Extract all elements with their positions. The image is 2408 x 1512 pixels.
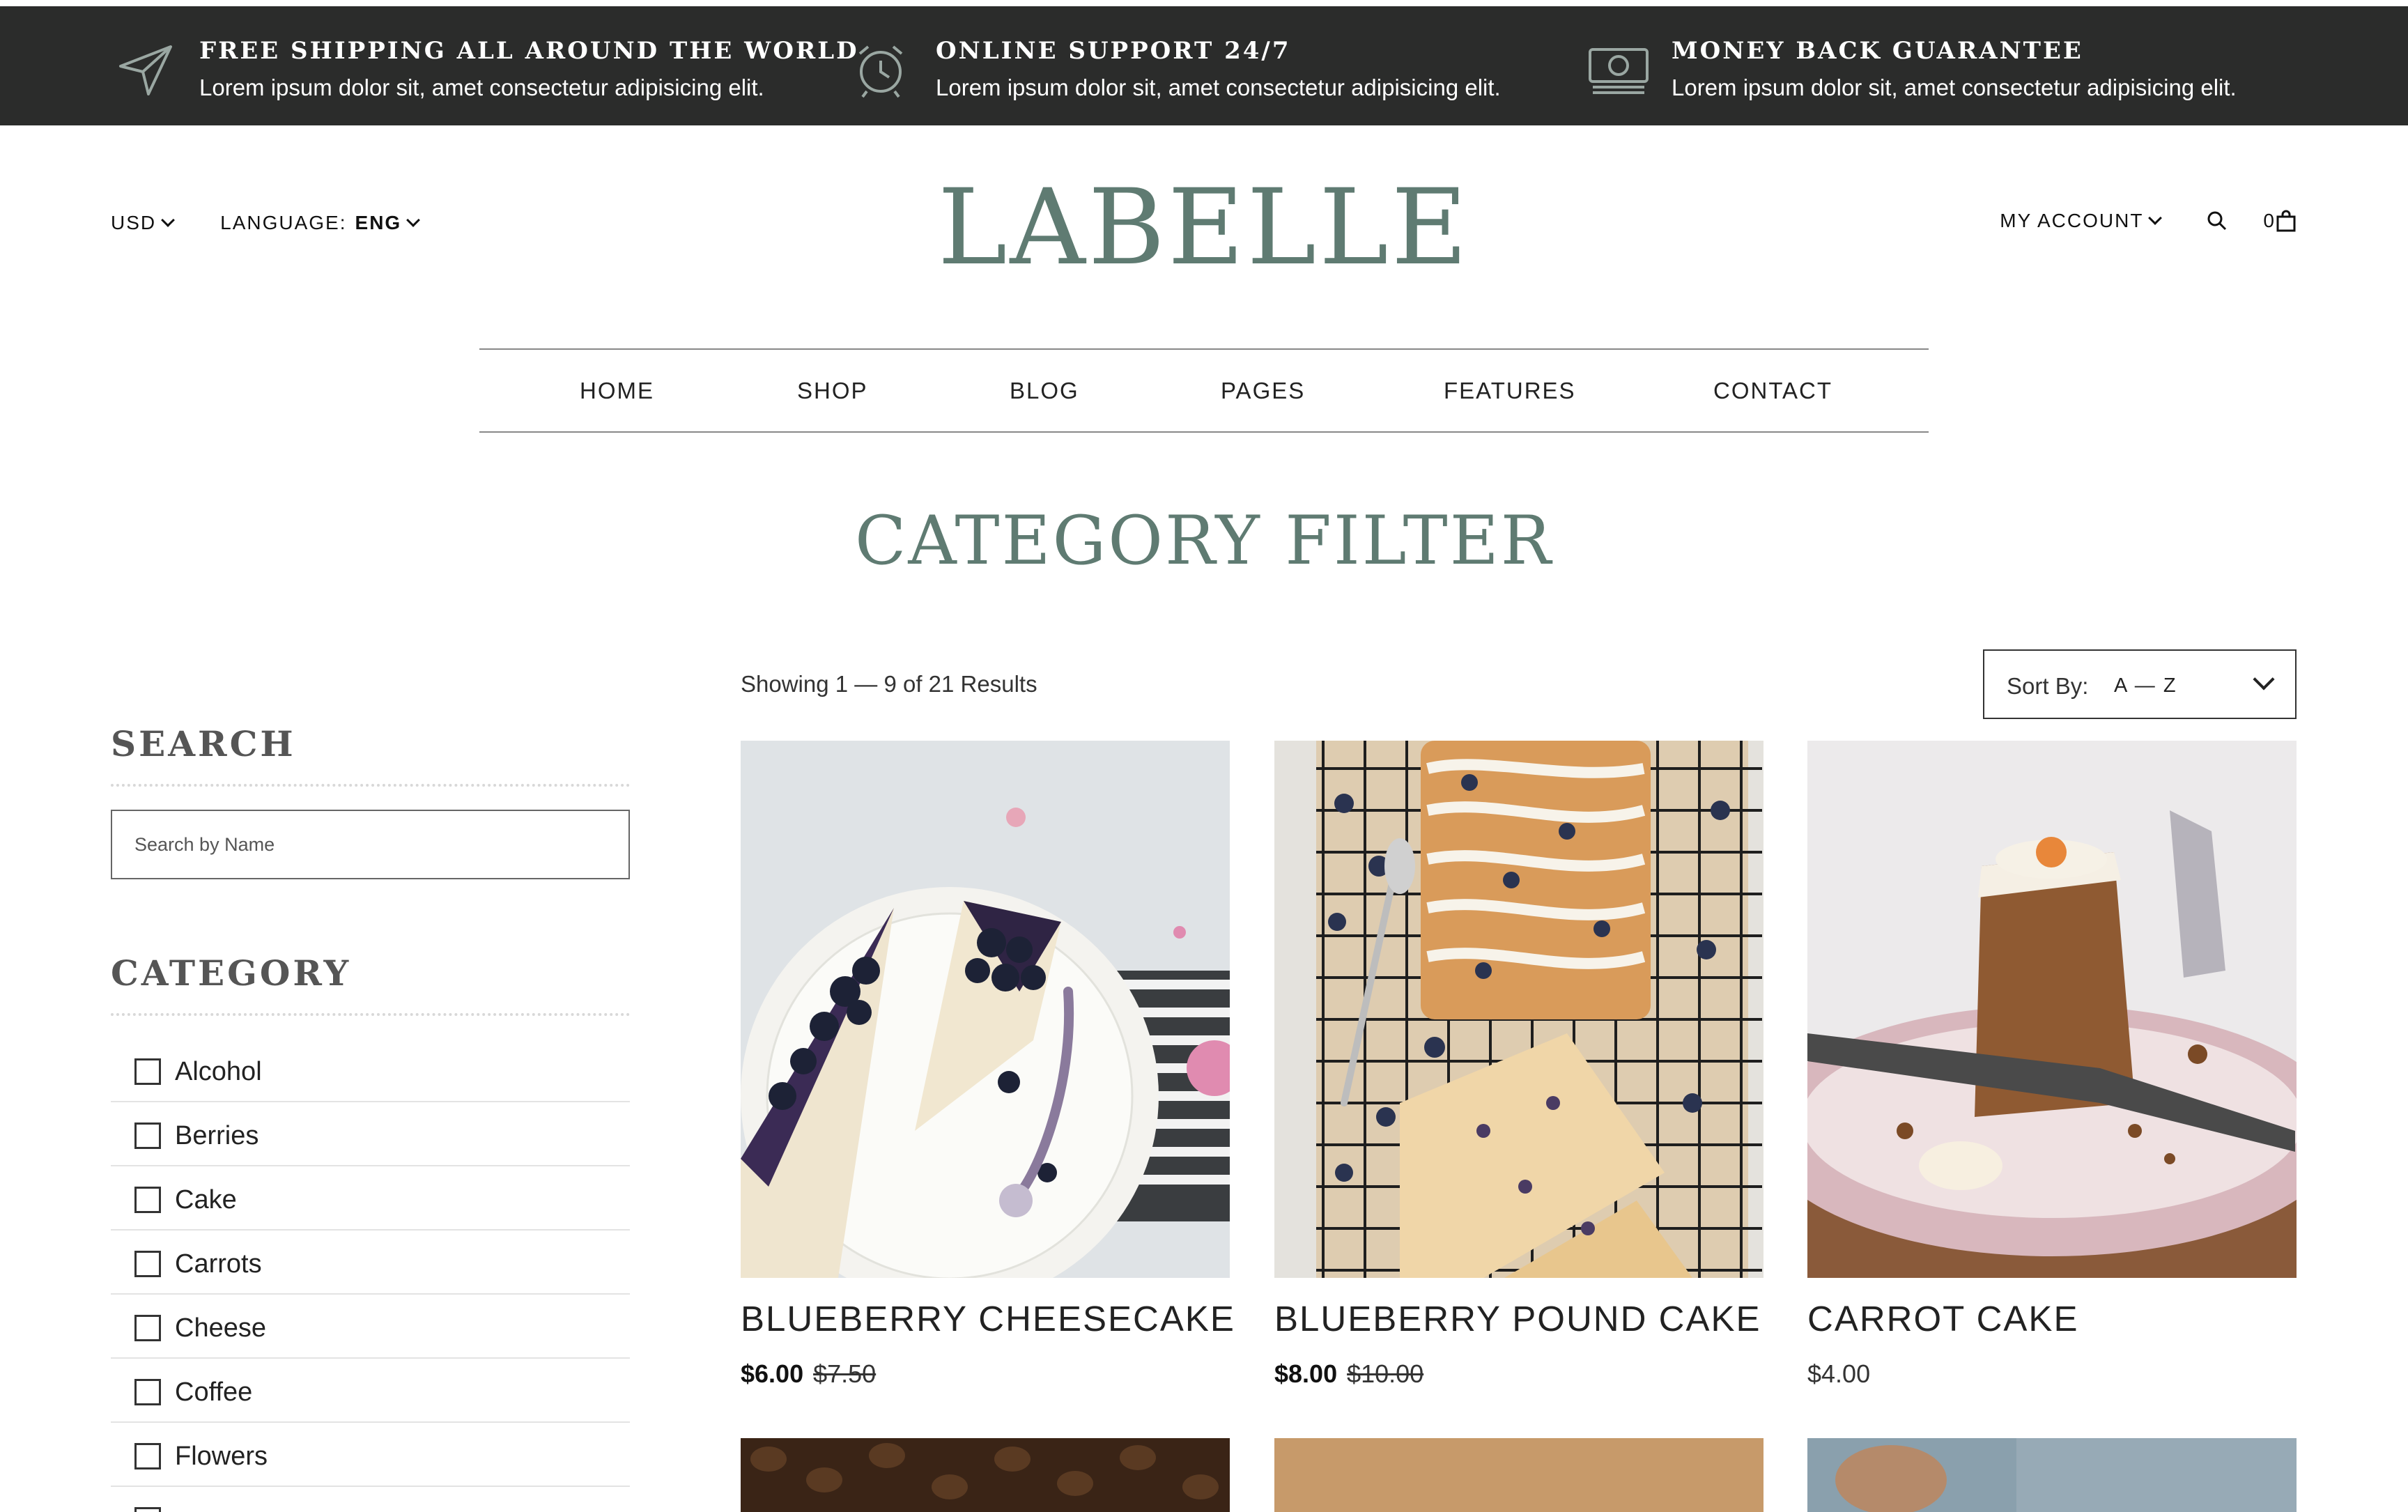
search-icon[interactable]	[2206, 210, 2228, 232]
category-list: Alcohol Berries Cake Carrots Cheese Coff…	[111, 1038, 630, 1512]
category-flowers[interactable]: Flowers	[111, 1423, 630, 1487]
cart-count: 0	[2263, 210, 2276, 231]
category-label: Cheese	[175, 1313, 266, 1343]
nav-pages[interactable]: PAGES	[1221, 378, 1305, 404]
product-price: $4.00	[1807, 1359, 1870, 1389]
checkbox[interactable]	[134, 1443, 161, 1469]
divider	[111, 784, 630, 787]
search-heading: SEARCH	[111, 723, 296, 764]
sale-price: $8.00	[1274, 1359, 1338, 1388]
divider	[111, 1013, 630, 1016]
shopping-bag-icon	[2276, 210, 2296, 232]
account-label: MY ACCOUNT	[2000, 210, 2144, 231]
category-label: Berries	[175, 1121, 259, 1150]
product-name[interactable]: CARROT CAKE	[1807, 1298, 2078, 1339]
send-icon	[119, 45, 172, 95]
checkbox[interactable]	[134, 1507, 161, 1512]
product-image[interactable]	[1274, 741, 1763, 1278]
nav-home[interactable]: HOME	[580, 378, 654, 404]
nav-features[interactable]: FEATURES	[1444, 378, 1576, 404]
checkbox[interactable]	[134, 1123, 161, 1149]
shipping-title: FREE SHIPPING ALL AROUND THE WORLD	[199, 37, 859, 65]
product-name[interactable]: BLUEBERRY CHEESECAKE	[741, 1298, 1235, 1339]
product-image[interactable]	[741, 741, 1230, 1278]
support-text: Lorem ipsum dolor sit, amet consectetur …	[936, 75, 1501, 100]
product-image[interactable]	[1807, 741, 2297, 1278]
sale-price: $6.00	[741, 1359, 804, 1388]
checkbox[interactable]	[134, 1379, 161, 1405]
sort-label: Sort By:	[2007, 673, 2089, 699]
page-title: CATEGORY FILTER	[854, 502, 1554, 580]
search-field[interactable]	[111, 810, 630, 879]
guarantee-text: Lorem ipsum dolor sit, amet consectetur …	[1672, 75, 2237, 100]
product-image-partial[interactable]	[1807, 1438, 2297, 1512]
guarantee-title: MONEY BACK GUARANTEE	[1672, 37, 2083, 65]
sort-value: A — Z	[2114, 674, 2177, 697]
top-info-bar: FREE SHIPPING ALL AROUND THE WORLD Lorem…	[0, 6, 2408, 125]
account-dropdown[interactable]: MY ACCOUNT	[2000, 210, 2163, 232]
checkbox[interactable]	[134, 1187, 161, 1213]
product-price: $6.00 $7.50	[741, 1359, 876, 1389]
product-image-partial[interactable]	[741, 1438, 1230, 1512]
category-item-partial[interactable]	[111, 1487, 630, 1512]
category-heading: CATEGORY	[111, 952, 352, 994]
nav-blog[interactable]: BLOG	[1010, 378, 1079, 404]
sort-dropdown[interactable]: Sort By: A — Z	[1983, 649, 2297, 719]
chevron-down-icon	[2253, 668, 2275, 691]
nav-shop[interactable]: SHOP	[797, 378, 868, 404]
category-alcohol[interactable]: Alcohol	[111, 1038, 630, 1102]
nav-contact[interactable]: CONTACT	[1713, 378, 1832, 404]
search-input[interactable]	[112, 811, 628, 878]
alarm-clock-icon	[858, 45, 903, 98]
support-title: ONLINE SUPPORT 24/7	[936, 37, 1291, 65]
old-price: $7.50	[813, 1359, 877, 1388]
product-image-partial[interactable]	[1274, 1438, 1763, 1512]
category-coffee[interactable]: Coffee	[111, 1359, 630, 1423]
checkbox[interactable]	[134, 1058, 161, 1085]
category-cake[interactable]: Cake	[111, 1166, 630, 1231]
category-carrots[interactable]: Carrots	[111, 1231, 630, 1295]
regular-price: $4.00	[1807, 1359, 1871, 1388]
money-icon	[1589, 48, 1649, 94]
chevron-down-icon	[2148, 211, 2163, 225]
checkbox[interactable]	[134, 1251, 161, 1277]
category-berries[interactable]: Berries	[111, 1102, 630, 1166]
old-price: $10.00	[1347, 1359, 1424, 1388]
category-label: Carrots	[175, 1249, 262, 1279]
category-cheese[interactable]: Cheese	[111, 1295, 630, 1359]
category-label: Cake	[175, 1185, 237, 1214]
main-navigation: HOME SHOP BLOG PAGES FEATURES CONTACT	[479, 348, 1929, 433]
cart-button[interactable]: 0	[2263, 209, 2297, 233]
category-label: Coffee	[175, 1378, 253, 1407]
header-right-controls: MY ACCOUNT 0	[2000, 209, 2297, 233]
checkbox[interactable]	[134, 1315, 161, 1341]
category-label: Alcohol	[175, 1057, 262, 1086]
shipping-text: Lorem ipsum dolor sit, amet consectetur …	[199, 75, 764, 100]
results-count: Showing 1 — 9 of 21 Results	[741, 671, 1037, 697]
product-price: $8.00 $10.00	[1274, 1359, 1423, 1389]
product-name[interactable]: BLUEBERRY POUND CAKE	[1274, 1298, 1761, 1339]
category-label: Flowers	[175, 1442, 268, 1471]
